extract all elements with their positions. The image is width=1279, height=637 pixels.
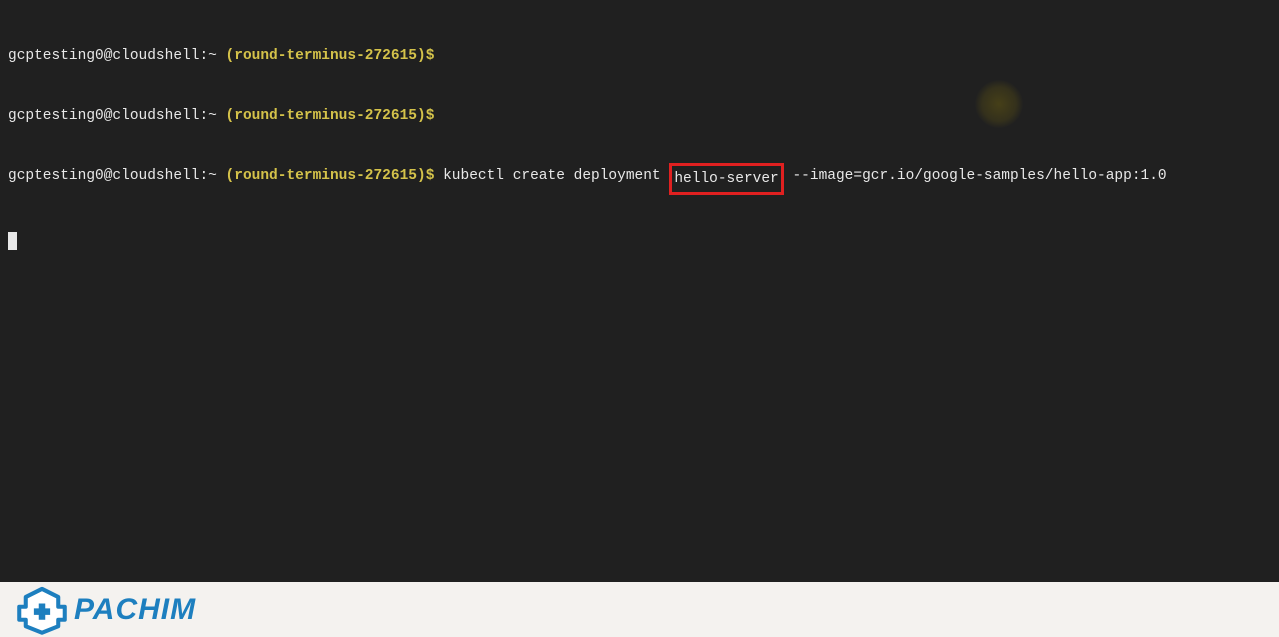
command-post: --image=gcr.io/google-samples/hello-app:… xyxy=(784,168,1167,184)
prompt-space xyxy=(217,48,226,64)
prompt-sep: : xyxy=(199,168,208,184)
cursor-block-icon xyxy=(8,232,17,250)
prompt-rparen: ) xyxy=(417,108,426,124)
prompt-user: gcptesting0@cloudshell xyxy=(8,48,199,64)
prompt-user: gcptesting0@cloudshell xyxy=(8,108,199,124)
prompt-lparen: ( xyxy=(226,48,235,64)
prompt-path: ~ xyxy=(208,48,217,64)
prompt-sep: : xyxy=(199,108,208,124)
prompt-rparen: ) xyxy=(417,168,426,184)
prompt-path: ~ xyxy=(208,108,217,124)
prompt-sep: : xyxy=(199,48,208,64)
prompt-rparen: ) xyxy=(417,48,426,64)
prompt-project: round-terminus-272615 xyxy=(234,48,417,64)
bottom-bar: PACHIM xyxy=(0,582,1279,637)
brand-text: PACHIM xyxy=(74,600,196,620)
highlight-box: hello-server xyxy=(669,163,783,195)
prompt-dollar: $ xyxy=(426,48,435,64)
prompt-space xyxy=(217,108,226,124)
prompt-path: ~ xyxy=(208,168,217,184)
brand-logo: PACHIM xyxy=(16,584,196,636)
cursor-line xyxy=(8,232,1271,252)
terminal-line: gcptesting0@cloudshell:~ (round-terminus… xyxy=(8,46,1271,66)
terminal-line: gcptesting0@cloudshell:~ (round-terminus… xyxy=(8,166,1271,192)
prompt-project: round-terminus-272615 xyxy=(234,108,417,124)
prompt-lparen: ( xyxy=(226,168,235,184)
highlighted-text: hello-server xyxy=(674,171,778,187)
prompt-space xyxy=(217,168,226,184)
prompt-user: gcptesting0@cloudshell xyxy=(8,168,199,184)
terminal-line: gcptesting0@cloudshell:~ (round-terminus… xyxy=(8,106,1271,126)
prompt-dollar: $ xyxy=(426,108,435,124)
terminal[interactable]: gcptesting0@cloudshell:~ (round-terminus… xyxy=(0,0,1279,582)
prompt-project: round-terminus-272615 xyxy=(234,168,417,184)
pachim-logo-icon xyxy=(16,584,68,636)
prompt-lparen: ( xyxy=(226,108,235,124)
command-pre: kubectl create deployment xyxy=(434,168,669,184)
